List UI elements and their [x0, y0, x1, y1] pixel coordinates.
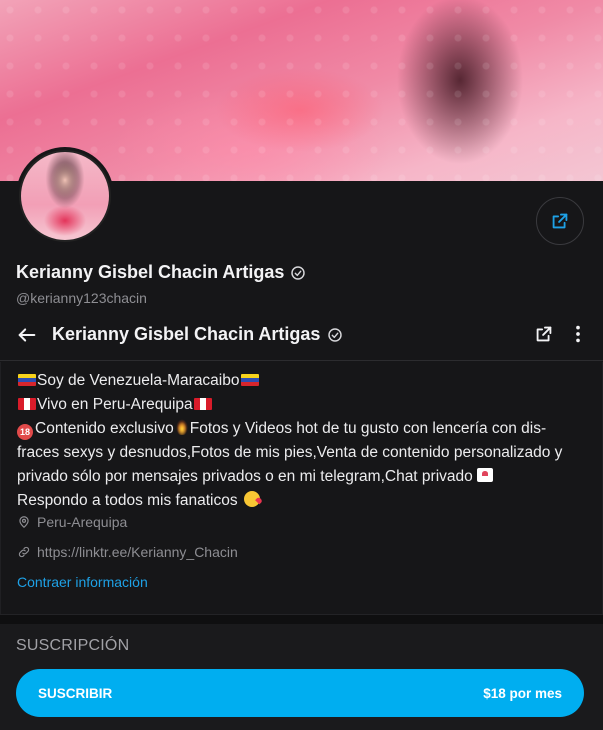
bio-text: Vivo en Peru-Arequipa	[37, 396, 193, 413]
subscribe-label: SUSCRIBIR	[38, 685, 113, 701]
bio-line: privado sólo por mensajes privados o en …	[17, 465, 587, 489]
profile-handle: @kerianny123chacin	[16, 290, 147, 306]
verified-check-icon	[291, 265, 306, 280]
header-title-row: Kerianny Gisbel Chacin Artigas	[52, 324, 343, 345]
link-icon	[18, 546, 30, 558]
envelope-heart-icon	[476, 468, 493, 482]
profile-name: Kerianny Gisbel Chacin Artigas	[16, 262, 285, 282]
peru-flag-icon	[18, 398, 36, 410]
arrow-left-icon[interactable]	[16, 324, 38, 346]
bio-line: Vivo en Peru-Arequipa	[17, 393, 587, 417]
share-button[interactable]	[536, 197, 584, 245]
venezuela-flag-icon	[18, 374, 36, 386]
avatar[interactable]	[16, 147, 114, 245]
bio-line: Respondo a todos mis fanaticos	[17, 489, 587, 513]
bio-line: Soy de Venezuela-Maracaibo	[17, 369, 587, 393]
location-row: Peru-Arequipa	[17, 514, 127, 530]
peru-flag-icon	[193, 398, 212, 410]
venezuela-flag-icon	[240, 374, 259, 386]
kiss-face-icon	[243, 491, 260, 507]
profile-info: Soy de Venezuela-Maracaibo Vivo en Peru-…	[0, 362, 603, 614]
collapse-info-link[interactable]: Contraer información	[17, 574, 148, 590]
header-title: Kerianny Gisbel Chacin Artigas	[52, 324, 321, 344]
fire-icon	[174, 419, 189, 435]
bio-text: Soy de Venezuela-Maracaibo	[37, 372, 240, 389]
subscribe-price: $18 por mes	[483, 685, 562, 701]
bio-text: privado sólo por mensajes privados o en …	[17, 468, 473, 485]
bio-text: Respondo a todos mis fanaticos	[17, 492, 238, 509]
subscribe-button[interactable]: SUSCRIBIR $18 por mes	[16, 669, 584, 717]
section-divider	[0, 614, 603, 624]
bio-line: fraces sexys y desnudos,Fotos de mis pie…	[17, 444, 563, 461]
sticky-header: Kerianny Gisbel Chacin Artigas	[0, 311, 603, 361]
avatar-image	[19, 150, 111, 242]
profile-name-row: Kerianny Gisbel Chacin Artigas	[16, 262, 306, 283]
bio-text: Fotos y Videos hot de tu gusto con lence…	[189, 420, 547, 437]
share-icon[interactable]	[533, 323, 555, 345]
location-text: Peru-Arequipa	[37, 514, 128, 530]
bio-line: 18 Contenido exclusivo Fotos y Videos hot …	[17, 417, 587, 441]
bio-text: Contenido exclusivo	[35, 420, 174, 437]
subscription-title: SUSCRIPCIÓN	[16, 637, 130, 654]
profile-bio: Soy de Venezuela-Maracaibo Vivo en Peru-…	[17, 369, 587, 513]
share-icon	[552, 213, 568, 229]
adults-only-icon: 18	[17, 424, 33, 440]
website-link[interactable]: https://linktr.ee/Kerianny_Chacin	[17, 544, 238, 560]
verified-check-icon	[328, 327, 343, 342]
map-pin-icon	[19, 516, 29, 529]
website-link-text[interactable]: https://linktr.ee/Kerianny_Chacin	[37, 544, 238, 560]
subscription-section: SUSCRIPCIÓN SUSCRIBIR $18 por mes	[0, 624, 603, 730]
more-vertical-icon[interactable]	[571, 323, 585, 345]
